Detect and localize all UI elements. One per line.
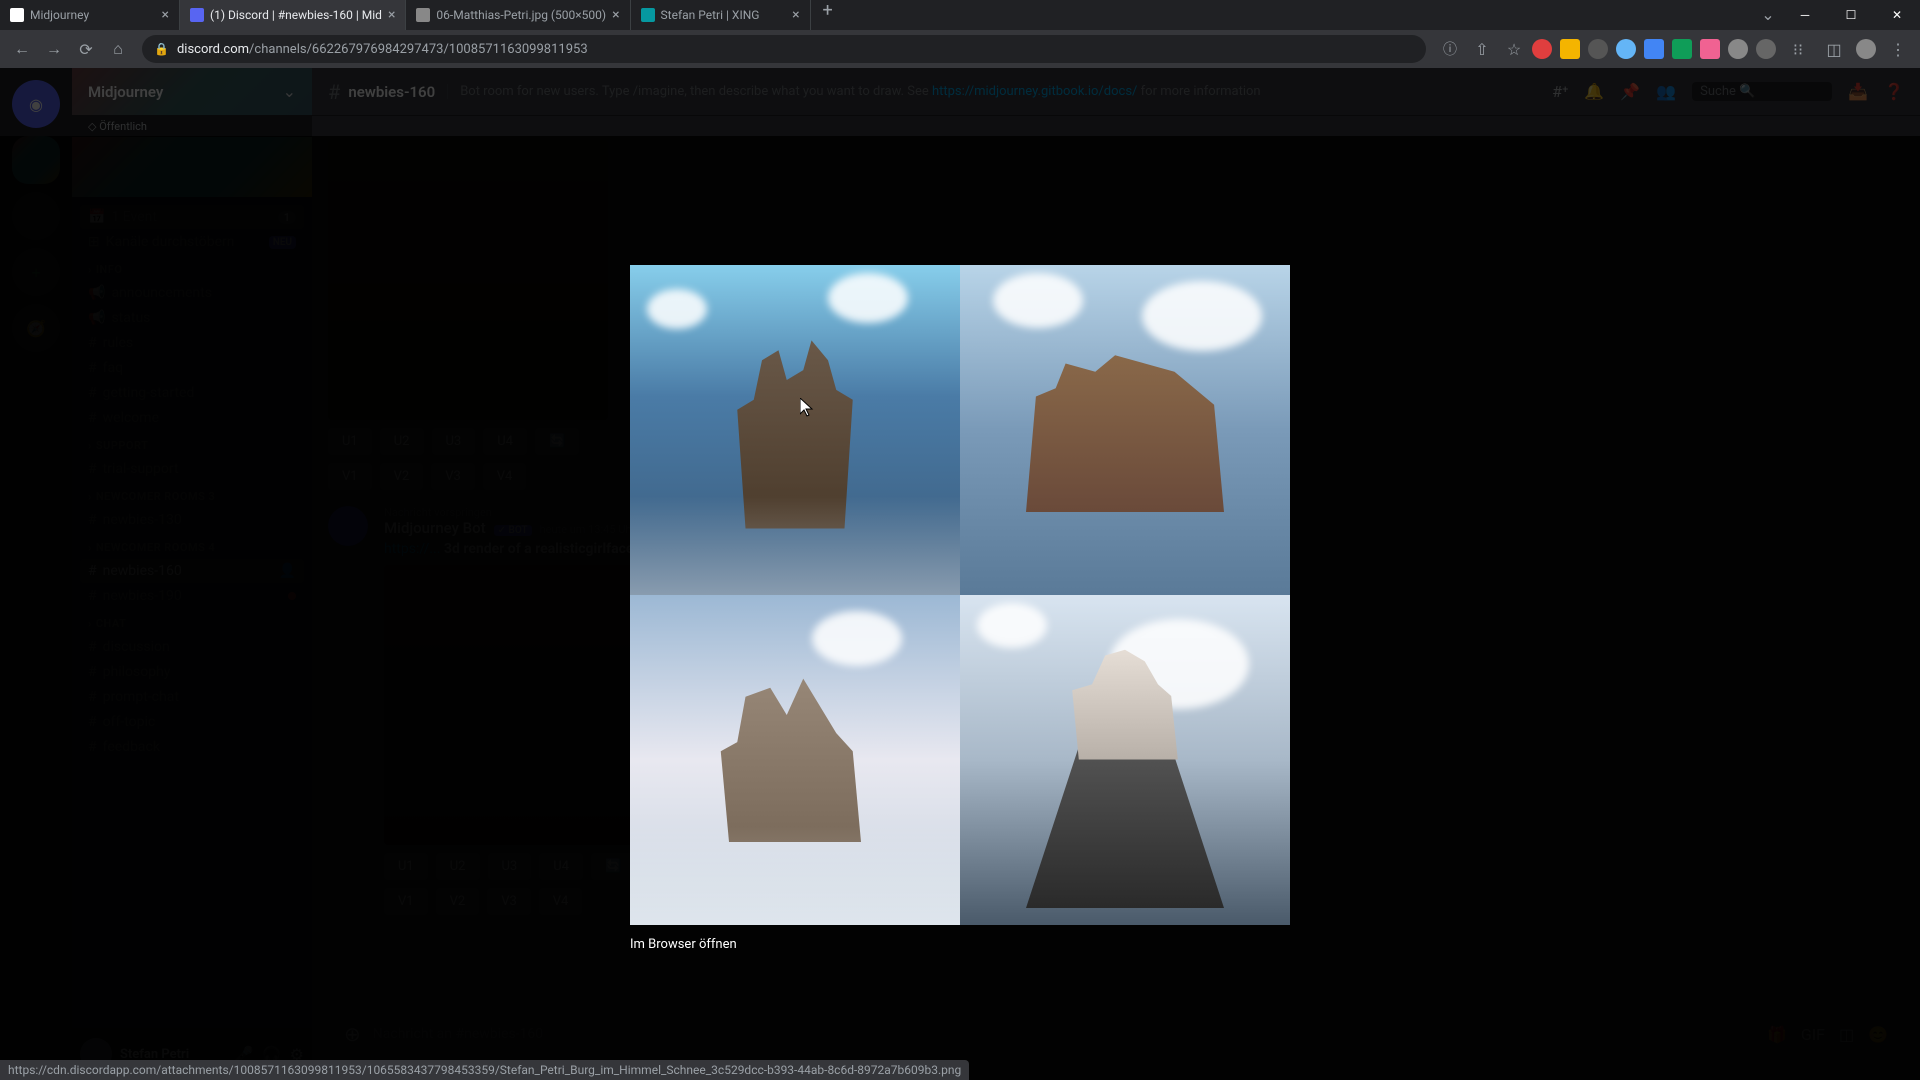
browser-titlebar: Midjourney × (1) Discord | #newbies-160 …: [0, 0, 1920, 30]
image-quadrant-3: [630, 595, 960, 925]
sidepanel-icon[interactable]: ◫: [1820, 35, 1848, 63]
status-url: https://cdn.discordapp.com/attachments/1…: [8, 1063, 961, 1077]
image-quadrant-2: [960, 265, 1290, 595]
channel-header: # newbies-160 Bot room for new users. Ty…: [312, 68, 1920, 116]
members-icon[interactable]: 👥: [1656, 82, 1676, 101]
tab-midjourney[interactable]: Midjourney ×: [0, 0, 180, 30]
tab-strip: Midjourney × (1) Discord | #newbies-160 …: [0, 0, 1754, 30]
bookmark-icon[interactable]: ☆: [1500, 35, 1528, 63]
favicon-icon: [10, 8, 24, 22]
extension-icon[interactable]: [1532, 39, 1552, 59]
browser-toolbar: ← → ⟳ ⌂ 🔒 discord.com/channels/662267976…: [0, 30, 1920, 68]
tab-title: 06-Matthias-Petri.jpg (500×500): [436, 8, 606, 22]
extensions-icon[interactable]: ⁝⁝: [1784, 35, 1812, 63]
image-modal-overlay[interactable]: Im Browser öffnen: [0, 136, 1920, 1080]
server-header[interactable]: Midjourney ⌄: [72, 68, 312, 116]
extension-icon[interactable]: [1560, 39, 1580, 59]
open-in-browser-link[interactable]: Im Browser öffnen: [630, 937, 737, 952]
translate-icon[interactable]: ⓘ: [1436, 35, 1464, 63]
discord-app: ◉ + 🧭 Midjourney ⌄ ◇ Öffentlich 📅 1 Even…: [0, 68, 1920, 1080]
close-icon[interactable]: ×: [162, 7, 169, 23]
image-quadrant-4: [960, 595, 1290, 925]
image-quadrant-1: [630, 265, 960, 595]
tab-title: Stefan Petri | XING: [661, 8, 787, 22]
server-name: Midjourney: [88, 83, 163, 101]
favicon-icon: [416, 8, 430, 22]
close-button[interactable]: ✕: [1874, 0, 1920, 30]
extension-icon[interactable]: [1588, 39, 1608, 59]
maximize-button[interactable]: ☐: [1828, 0, 1874, 30]
close-icon[interactable]: ×: [612, 7, 619, 23]
lock-icon: 🔒: [154, 42, 169, 56]
pin-icon[interactable]: 📌: [1620, 82, 1640, 101]
share-icon[interactable]: ⇧: [1468, 35, 1496, 63]
help-icon[interactable]: ❓: [1884, 82, 1904, 101]
extension-icon[interactable]: [1700, 39, 1720, 59]
back-button[interactable]: ←: [8, 35, 36, 63]
inbox-icon[interactable]: 📥: [1848, 82, 1868, 101]
threads-icon[interactable]: #⁺: [1552, 82, 1568, 101]
minimize-button[interactable]: ─: [1782, 0, 1828, 30]
channel-topic: Bot room for new users. Type /imagine, t…: [447, 84, 1260, 99]
favicon-icon: [190, 8, 204, 22]
notifications-icon[interactable]: 🔔: [1584, 82, 1604, 101]
extension-icon[interactable]: [1728, 39, 1748, 59]
tab-title: (1) Discord | #newbies-160 | Mid: [210, 8, 382, 22]
extensions: ⁝⁝ ◫ ⋮: [1532, 35, 1912, 63]
server-status: ◇ Öffentlich: [88, 120, 147, 133]
chevron-down-icon[interactable]: ⌄: [1754, 0, 1782, 28]
extension-icon[interactable]: [1616, 39, 1636, 59]
tab-discord[interactable]: (1) Discord | #newbies-160 | Mid ×: [180, 0, 406, 30]
url-text: discord.com/channels/662267976984297473/…: [177, 42, 588, 57]
status-bar: https://cdn.discordapp.com/attachments/1…: [0, 1060, 969, 1080]
close-icon[interactable]: ×: [792, 7, 799, 23]
new-tab-button[interactable]: +: [811, 0, 845, 30]
menu-icon[interactable]: ⋮: [1884, 35, 1912, 63]
modal-image[interactable]: [630, 265, 1290, 925]
extension-icon[interactable]: [1644, 39, 1664, 59]
discord-home[interactable]: ◉: [12, 80, 60, 128]
forward-button[interactable]: →: [40, 35, 68, 63]
chevron-down-icon: ⌄: [283, 82, 296, 101]
extension-icon[interactable]: [1672, 39, 1692, 59]
address-bar[interactable]: 🔒 discord.com/channels/66226797698429747…: [142, 35, 1426, 63]
window-controls: ⌄ ─ ☐ ✕: [1754, 0, 1920, 30]
home-button[interactable]: ⌂: [104, 35, 132, 63]
hash-icon: #: [328, 80, 340, 104]
tab-image[interactable]: 06-Matthias-Petri.jpg (500×500) ×: [406, 0, 630, 30]
channel-title: newbies-160: [348, 83, 435, 101]
tab-xing[interactable]: Stefan Petri | XING ×: [631, 0, 811, 30]
close-icon[interactable]: ×: [388, 7, 395, 23]
search-input[interactable]: Suche 🔍: [1692, 82, 1832, 101]
extension-icon[interactable]: [1756, 39, 1776, 59]
favicon-icon: [641, 8, 655, 22]
header-toolbar: #⁺ 🔔 📌 👥 Suche 🔍 📥 ❓: [1552, 82, 1904, 101]
reload-button[interactable]: ⟳: [72, 35, 100, 63]
profile-avatar[interactable]: [1856, 39, 1876, 59]
tab-title: Midjourney: [30, 8, 156, 22]
